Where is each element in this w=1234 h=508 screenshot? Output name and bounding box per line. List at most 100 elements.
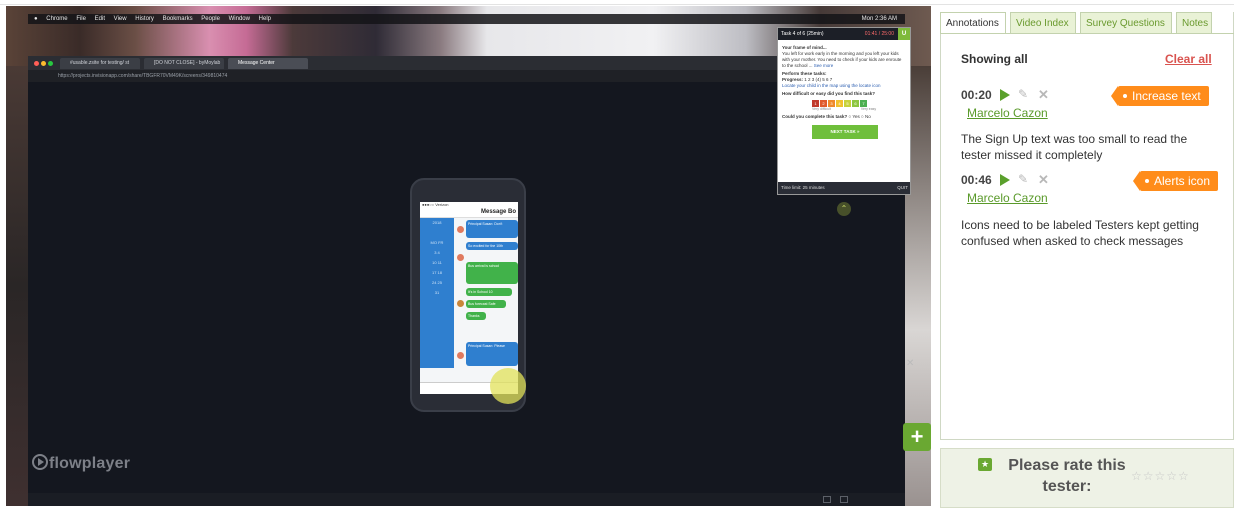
scale-option[interactable]: 3 bbox=[828, 100, 835, 107]
top-divider bbox=[0, 4, 1234, 5]
ui-logo-icon: U bbox=[898, 28, 910, 40]
calendar-row: 10 11 bbox=[432, 260, 442, 265]
scale-option[interactable]: 7 bbox=[860, 100, 867, 107]
message-avatar bbox=[457, 254, 464, 261]
annotation-timestamp[interactable]: 00:46 bbox=[961, 173, 992, 187]
tab-video-index[interactable]: Video Index bbox=[1010, 12, 1076, 34]
menu-file: File bbox=[76, 16, 86, 22]
add-annotation-button[interactable]: + bbox=[903, 423, 931, 451]
message-bubble: So excited for the 10th bbox=[466, 242, 518, 250]
message-avatar bbox=[457, 300, 464, 307]
time-limit: Time limit: 25 minutes bbox=[781, 185, 825, 190]
window-minimize-icon bbox=[41, 61, 46, 66]
pencil-icon[interactable]: ✎ bbox=[1018, 87, 1028, 101]
menu-view: View bbox=[113, 16, 127, 22]
play-circle-icon bbox=[32, 454, 48, 470]
frame-text: You left for work early in the morning a… bbox=[782, 51, 902, 68]
next-task-button[interactable]: NEXT TASK » bbox=[812, 125, 878, 139]
annotation-tag: Alerts icon bbox=[1132, 171, 1219, 191]
settings-icon[interactable] bbox=[840, 496, 848, 503]
window-close-icon bbox=[34, 61, 39, 66]
annotation-author-link[interactable]: Marcelo Cazon bbox=[967, 191, 1048, 205]
menu-edit: Edit bbox=[94, 16, 105, 22]
quit-button[interactable]: QUIT bbox=[897, 182, 908, 194]
menu-people: People bbox=[201, 16, 220, 22]
tab-underline bbox=[940, 33, 1234, 34]
tab-annotations[interactable]: Annotations bbox=[940, 12, 1006, 34]
message-bubble: It's in School 10 bbox=[466, 288, 512, 296]
menu-bookmarks: Bookmarks bbox=[162, 16, 193, 22]
browser-tab: [DO NOT CLOSE] - byMoylab bbox=[144, 58, 224, 69]
task-footer: Time limit: 25 minutes QUIT bbox=[778, 182, 910, 194]
menu-history: History bbox=[135, 16, 154, 22]
window-zoom-icon bbox=[48, 61, 53, 66]
menu-help: Help bbox=[258, 16, 271, 22]
phone-header: Message Bo bbox=[420, 208, 518, 218]
message-bubble: Principal Susan: Don't bbox=[466, 220, 518, 238]
message-avatar bbox=[457, 352, 464, 359]
message-bubble: Thanks bbox=[466, 312, 486, 320]
task-timer: 01:41 / 25:00 bbox=[864, 31, 894, 37]
scale-option[interactable]: 2 bbox=[820, 100, 827, 107]
tap-indicator bbox=[490, 368, 526, 404]
annotation-author-link[interactable]: Marcelo Cazon bbox=[967, 106, 1048, 120]
message-bubble: Principal Susan: Please bbox=[466, 342, 518, 366]
menubar-clock: Mon 2:36 AM bbox=[861, 16, 897, 22]
scale-option[interactable]: 4 bbox=[836, 100, 843, 107]
phone-screen: ●●●○○ Verizon Message Bo 2018 MO FR 3 4 … bbox=[420, 202, 518, 394]
calendar-row bbox=[420, 228, 454, 238]
filter-status: Showing all bbox=[961, 52, 1028, 66]
delete-icon[interactable]: ✕ bbox=[1038, 172, 1049, 188]
annotation-timestamp[interactable]: 00:20 bbox=[961, 88, 992, 102]
fullscreen-icon[interactable] bbox=[823, 496, 831, 503]
rate-tester-box: ★ Please rate this tester: ☆☆☆☆☆ bbox=[940, 448, 1234, 508]
tab-survey-questions[interactable]: Survey Questions bbox=[1080, 12, 1172, 34]
close-icon[interactable]: ✕ bbox=[906, 358, 914, 369]
phone-title: Message Bo bbox=[480, 209, 516, 215]
difficulty-question: How difficult or easy did you find this … bbox=[782, 91, 876, 96]
annotation-text: Icons need to be labeled Testers kept ge… bbox=[961, 218, 1199, 248]
task-instruction: Locate your child in the map using the l… bbox=[782, 83, 881, 88]
yes-radio[interactable]: ○ Yes bbox=[849, 114, 860, 119]
no-radio[interactable]: ○ No bbox=[861, 114, 871, 119]
delete-icon[interactable]: ✕ bbox=[1038, 87, 1049, 103]
calendar-row: 2018 bbox=[432, 220, 442, 225]
clear-all-link[interactable]: Clear all bbox=[1165, 52, 1212, 66]
difficulty-scale: 1234567 bbox=[812, 100, 906, 107]
calendar-row: 24 25 bbox=[431, 280, 442, 285]
star-rating-input[interactable]: ☆☆☆☆☆ bbox=[1131, 469, 1190, 483]
browser-tab: #usable.zsite for testing/ st bbox=[60, 58, 140, 69]
tab-notes[interactable]: Notes bbox=[1176, 12, 1212, 34]
annotation-text: The Sign Up text was too small to read t… bbox=[961, 132, 1188, 162]
calendar-row: 17 18 bbox=[431, 270, 442, 275]
calendar-row: 3 4 bbox=[434, 250, 440, 255]
mac-menubar: ● Chrome File Edit View History Bookmark… bbox=[28, 14, 905, 24]
scale-option[interactable]: 5 bbox=[844, 100, 851, 107]
apple-icon: ● bbox=[34, 16, 38, 22]
task-body: Your frame of mind... You left for work … bbox=[778, 40, 910, 142]
chevron-up-icon[interactable]: ⌃ bbox=[837, 202, 851, 216]
video-player[interactable]: ● Chrome File Edit View History Bookmark… bbox=[6, 6, 931, 506]
task-header: Task 4 of 6 (25min) 01:41 / 25:00 U bbox=[778, 28, 910, 40]
scale-legend: Very difficult Very easy bbox=[812, 107, 877, 111]
message-avatar bbox=[457, 226, 464, 233]
browser-tab-active: Message Center bbox=[228, 58, 308, 69]
pencil-icon[interactable]: ✎ bbox=[1018, 172, 1028, 186]
annotation-tag: Increase text bbox=[1111, 86, 1209, 106]
scale-option[interactable]: 1 bbox=[812, 100, 819, 107]
calendar-row: MO FR bbox=[430, 240, 444, 245]
webcam-left-edge bbox=[6, 66, 28, 506]
browser-address-bar: https://projects.invisionapp.com/share/T… bbox=[28, 70, 780, 82]
rate-label: Please rate this tester: bbox=[1008, 457, 1126, 495]
message-bubble: Bus arrival is school bbox=[466, 262, 518, 284]
task-counter: Task 4 of 6 (25min) bbox=[781, 31, 824, 37]
calendar-row: 31 bbox=[434, 290, 440, 295]
phone-calendar: 2018 MO FR 3 4 10 11 17 18 24 25 31 bbox=[420, 218, 454, 368]
flowplayer-logo: flowplayer bbox=[32, 454, 130, 473]
player-control-bar[interactable] bbox=[28, 493, 905, 506]
scale-option[interactable]: 6 bbox=[852, 100, 859, 107]
play-icon[interactable] bbox=[1000, 89, 1010, 101]
play-icon[interactable] bbox=[1000, 174, 1010, 186]
see-more-link[interactable]: See more bbox=[814, 63, 834, 68]
rating-flag-icon: ★ bbox=[978, 458, 992, 471]
